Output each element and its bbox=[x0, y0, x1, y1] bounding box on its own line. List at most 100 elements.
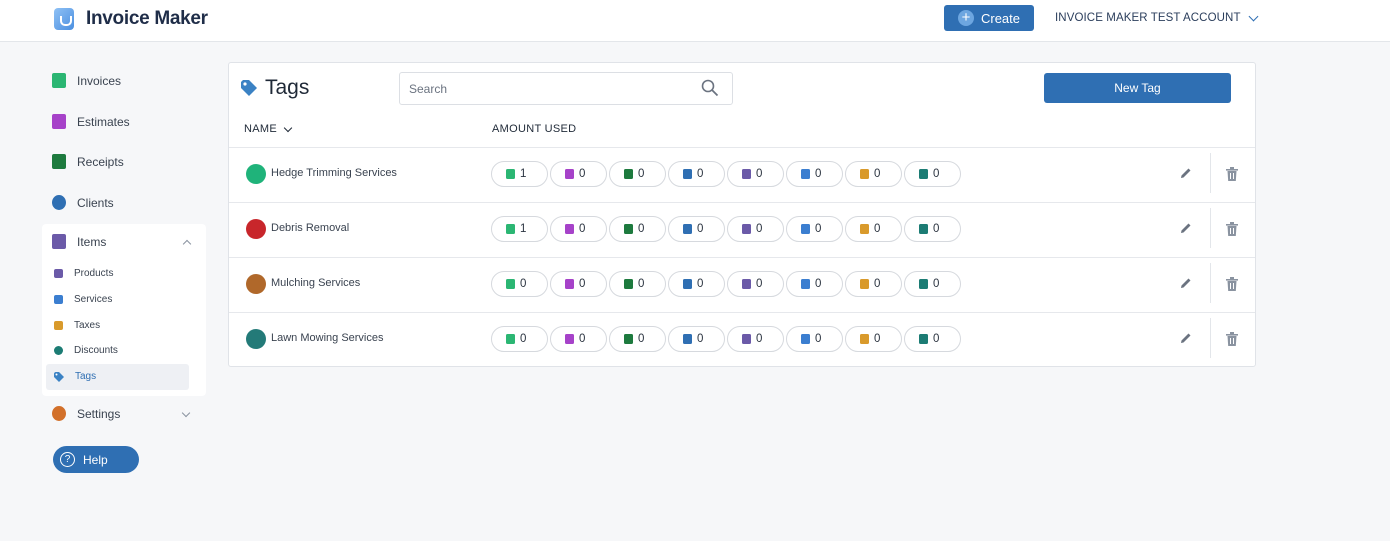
receipt-icon bbox=[624, 169, 633, 179]
usage-count: 0 bbox=[579, 333, 586, 345]
sidebar-item-items[interactable]: Items bbox=[52, 234, 106, 249]
usage-pill[interactable]: 0 bbox=[668, 271, 725, 297]
sidebar-subitem-label: Discounts bbox=[74, 345, 118, 356]
sidebar-item-label: Estimates bbox=[77, 114, 130, 129]
edit-pencil-icon[interactable] bbox=[1179, 331, 1193, 345]
tags-card: Tags New Tag NAME AMOUNT USED Hedge Trim… bbox=[228, 62, 1256, 367]
account-menu[interactable]: INVOICE MAKER TEST ACCOUNT bbox=[1055, 11, 1259, 24]
sidebar-subitem-taxes[interactable]: Taxes bbox=[54, 320, 100, 331]
sidebar-item-settings[interactable]: Settings bbox=[52, 406, 120, 421]
usage-pill[interactable]: 0 bbox=[727, 326, 784, 352]
sidebar-subitem-products[interactable]: Products bbox=[54, 268, 113, 279]
products-icon bbox=[742, 224, 751, 234]
usage-pill[interactable]: 0 bbox=[786, 161, 843, 187]
usage-pill[interactable]: 0 bbox=[904, 161, 961, 187]
usage-pill[interactable]: 0 bbox=[550, 326, 607, 352]
tag-color-swatch bbox=[246, 274, 266, 294]
page-title: Tags bbox=[241, 76, 309, 100]
sidebar-item-estimates[interactable]: Estimates bbox=[52, 114, 130, 129]
usage-pills: 0 0 0 0 0 0 0 0 bbox=[491, 326, 963, 352]
sidebar-item-invoices[interactable]: Invoices bbox=[52, 73, 121, 88]
usage-pill[interactable]: 0 bbox=[668, 216, 725, 242]
discounts-icon bbox=[919, 279, 928, 289]
usage-pill[interactable]: 0 bbox=[550, 271, 607, 297]
usage-count: 0 bbox=[874, 223, 881, 235]
receipt-icon bbox=[624, 279, 633, 289]
usage-pill[interactable]: 0 bbox=[609, 326, 666, 352]
usage-count: 0 bbox=[933, 333, 940, 345]
new-tag-button[interactable]: New Tag bbox=[1044, 73, 1231, 103]
usage-pill[interactable]: 0 bbox=[727, 271, 784, 297]
usage-pill[interactable]: 0 bbox=[491, 326, 548, 352]
tag-name: Debris Removal bbox=[271, 222, 350, 234]
usage-pill[interactable]: 0 bbox=[786, 326, 843, 352]
usage-count: 0 bbox=[520, 278, 527, 290]
edit-pencil-icon[interactable] bbox=[1179, 221, 1193, 235]
usage-pill[interactable]: 0 bbox=[786, 216, 843, 242]
usage-pill[interactable]: 0 bbox=[609, 216, 666, 242]
usage-pill[interactable]: 0 bbox=[904, 326, 961, 352]
usage-pill[interactable]: 0 bbox=[845, 271, 902, 297]
usage-pill[interactable]: 0 bbox=[845, 326, 902, 352]
usage-pill[interactable]: 0 bbox=[904, 271, 961, 297]
search-box[interactable] bbox=[399, 72, 733, 105]
trash-icon[interactable] bbox=[1226, 277, 1238, 291]
sidebar-item-receipts[interactable]: Receipts bbox=[52, 154, 124, 169]
sidebar-item-label: Items bbox=[77, 234, 107, 249]
discounts-icon bbox=[54, 346, 63, 355]
usage-count: 0 bbox=[697, 278, 704, 290]
usage-pill[interactable]: 0 bbox=[845, 161, 902, 187]
sidebar-subitem-tags[interactable]: Tags bbox=[54, 371, 96, 382]
usage-pill[interactable]: 0 bbox=[550, 216, 607, 242]
column-header-name[interactable]: NAME bbox=[244, 123, 293, 135]
invoice-icon bbox=[506, 169, 515, 179]
usage-count: 0 bbox=[756, 278, 763, 290]
usage-pill[interactable]: 0 bbox=[609, 271, 666, 297]
row-action-divider bbox=[1210, 263, 1211, 303]
create-button[interactable]: + Create bbox=[944, 5, 1034, 31]
search-icon[interactable] bbox=[701, 79, 719, 97]
usage-pills: 1 0 0 0 0 0 0 0 bbox=[491, 161, 963, 187]
usage-pill[interactable]: 1 bbox=[491, 216, 548, 242]
products-icon bbox=[742, 279, 751, 289]
usage-pill[interactable]: 0 bbox=[786, 271, 843, 297]
help-icon: ? bbox=[60, 452, 75, 467]
services-icon bbox=[801, 224, 810, 234]
usage-pill[interactable]: 0 bbox=[668, 161, 725, 187]
search-input[interactable] bbox=[409, 80, 689, 98]
tag-name: Hedge Trimming Services bbox=[271, 167, 397, 179]
items-icon bbox=[52, 234, 66, 249]
clients-icon bbox=[683, 224, 692, 234]
services-icon bbox=[801, 169, 810, 179]
usage-pill[interactable]: 0 bbox=[668, 326, 725, 352]
usage-pill[interactable]: 0 bbox=[727, 161, 784, 187]
tag-icon bbox=[54, 371, 64, 382]
usage-pill[interactable]: 0 bbox=[609, 161, 666, 187]
edit-pencil-icon[interactable] bbox=[1179, 276, 1193, 290]
usage-pill[interactable]: 1 bbox=[491, 161, 548, 187]
sidebar-subitem-discounts[interactable]: Discounts bbox=[54, 345, 118, 356]
sidebar-item-clients[interactable]: Clients bbox=[52, 195, 114, 210]
trash-icon[interactable] bbox=[1226, 222, 1238, 236]
usage-count: 0 bbox=[756, 223, 763, 235]
sidebar-subitem-services[interactable]: Services bbox=[54, 294, 112, 305]
clients-icon bbox=[683, 279, 692, 289]
edit-pencil-icon[interactable] bbox=[1179, 166, 1193, 180]
app-logo[interactable]: Invoice Maker bbox=[54, 8, 208, 30]
usage-pill[interactable]: 0 bbox=[727, 216, 784, 242]
help-button[interactable]: ? Help bbox=[53, 446, 139, 473]
usage-pill[interactable]: 0 bbox=[491, 271, 548, 297]
usage-pill[interactable]: 0 bbox=[904, 216, 961, 242]
usage-pill[interactable]: 0 bbox=[845, 216, 902, 242]
row-action-divider bbox=[1210, 318, 1211, 358]
clients-icon bbox=[52, 195, 66, 210]
chevron-down-icon[interactable] bbox=[181, 408, 191, 418]
trash-icon[interactable] bbox=[1226, 332, 1238, 346]
usage-count: 0 bbox=[638, 333, 645, 345]
discounts-icon bbox=[919, 334, 928, 344]
table-row: Lawn Mowing Services 0 0 0 0 0 0 0 0 bbox=[229, 312, 1255, 367]
column-header-label: NAME bbox=[244, 123, 277, 135]
trash-icon[interactable] bbox=[1226, 167, 1238, 181]
invoice-icon bbox=[506, 334, 515, 344]
usage-pill[interactable]: 0 bbox=[550, 161, 607, 187]
